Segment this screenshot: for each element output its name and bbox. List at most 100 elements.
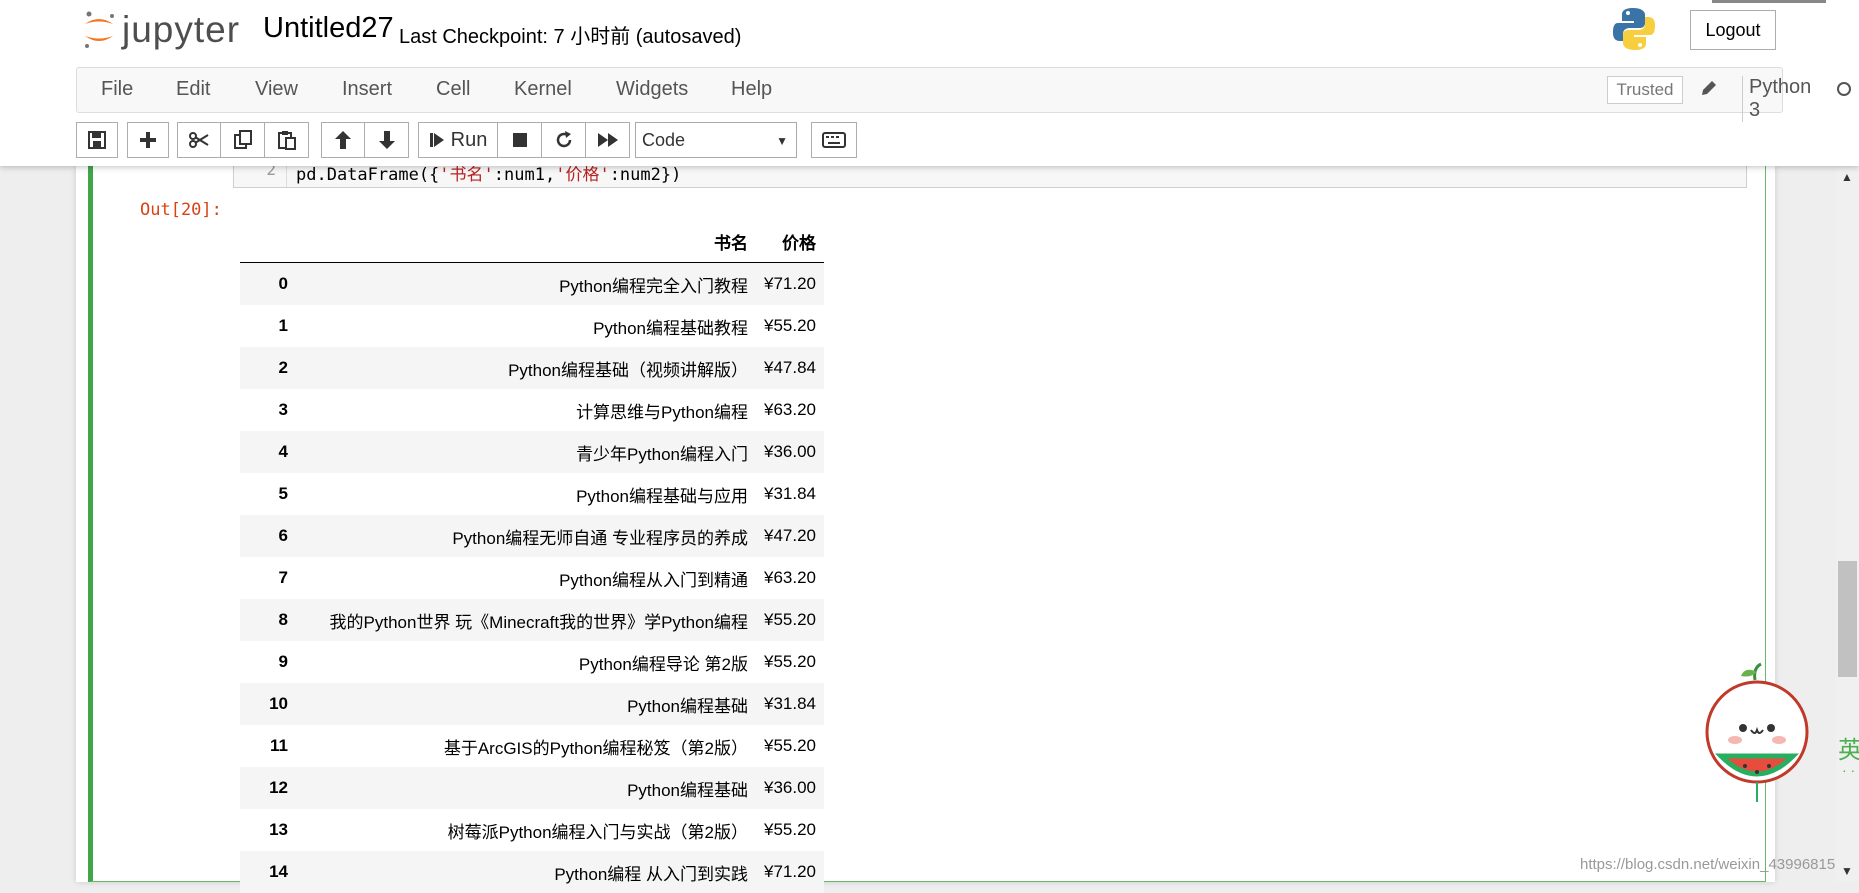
copy-icon <box>233 130 253 150</box>
price-cell: ¥55.20 <box>756 641 824 683</box>
trusted-indicator[interactable]: Trusted <box>1607 76 1683 104</box>
side-widget-text[interactable]: 英 <box>1838 730 1859 765</box>
price-cell: ¥55.20 <box>756 305 824 347</box>
code-suffix: :num2}) <box>610 166 682 185</box>
table-body: 0Python编程完全入门教程¥71.201Python编程基础教程¥55.20… <box>240 263 824 893</box>
price-cell: ¥47.84 <box>756 347 824 389</box>
watermelon-mascot-icon[interactable] <box>1695 660 1815 815</box>
save-button[interactable] <box>76 122 118 158</box>
kernel-idle-icon <box>1837 82 1851 96</box>
book-name-cell: 我的Python世界 玩《Minecraft我的世界》学Python编程 <box>300 599 756 641</box>
price-cell: ¥47.20 <box>756 515 824 557</box>
book-name-cell: Python编程基础 <box>300 683 756 725</box>
book-name-cell: 青少年Python编程入门 <box>300 431 756 473</box>
dataframe-table: 书名 价格 0Python编程完全入门教程¥71.201Python编程基础教程… <box>240 220 824 893</box>
book-name-cell: 计算思维与Python编程 <box>300 389 756 431</box>
code-line[interactable]: pd.DataFrame({'书名':num1,'价格':num2}) <box>296 166 681 185</box>
refresh-icon <box>554 130 574 150</box>
book-name-cell: Python编程基础（视频讲解版） <box>300 347 756 389</box>
book-name-cell: Python编程基础教程 <box>300 305 756 347</box>
table-header-row: 书名 价格 <box>240 220 824 263</box>
line-number: 2 <box>266 166 276 179</box>
move-up-button[interactable] <box>321 122 365 158</box>
tab-edge <box>1712 0 1826 3</box>
table-row: 14Python编程 从入门到实践¥71.20 <box>240 851 824 893</box>
table-row: 2Python编程基础（视频讲解版）¥47.84 <box>240 347 824 389</box>
price-cell: ¥71.20 <box>756 851 824 893</box>
python-logo-icon <box>1612 6 1656 57</box>
code-editor[interactable]: 2 pd.DataFrame({'书名':num1,'价格':num2}) <box>233 166 1747 188</box>
chevron-down-icon: ▼ <box>776 134 788 148</box>
table-row: 0Python编程完全入门教程¥71.20 <box>240 263 824 306</box>
menu-kernel[interactable]: Kernel <box>514 78 572 101</box>
menu-edit[interactable]: Edit <box>176 78 210 101</box>
code-cell[interactable]: 2 pd.DataFrame({'书名':num1,'价格':num2}) Ou… <box>88 166 1766 882</box>
row-index: 3 <box>240 389 300 431</box>
notebook-header: jupyter Untitled27 Last Checkpoint: 7 小时… <box>0 0 1859 166</box>
pencil-icon[interactable] <box>1699 78 1719 103</box>
fast-forward-icon <box>597 132 619 148</box>
row-index: 13 <box>240 809 300 851</box>
book-name-cell: 基于ArcGIS的Python编程秘笈（第2版） <box>300 725 756 767</box>
watermark-text: https://blog.csdn.net/weixin_43996815 <box>1580 856 1835 873</box>
cell-type-select[interactable]: Code ▼ <box>635 122 797 158</box>
insert-cell-button[interactable] <box>127 122 169 158</box>
notebook-title[interactable]: Untitled27 <box>263 12 394 45</box>
command-palette-button[interactable] <box>811 122 857 158</box>
column-header: 书名 <box>300 220 756 263</box>
restart-button[interactable] <box>542 122 586 158</box>
logout-button[interactable]: Logout <box>1690 10 1776 50</box>
row-index: 11 <box>240 725 300 767</box>
scroll-thumb[interactable] <box>1838 561 1857 677</box>
menu-cell[interactable]: Cell <box>436 78 470 101</box>
row-index: 6 <box>240 515 300 557</box>
row-index: 1 <box>240 305 300 347</box>
paste-button[interactable] <box>265 122 309 158</box>
book-name-cell: 树莓派Python编程入门与实战（第2版） <box>300 809 756 851</box>
row-index: 9 <box>240 641 300 683</box>
table-row: 1Python编程基础教程¥55.20 <box>240 305 824 347</box>
scroll-down-arrow-icon[interactable]: ▼ <box>1841 864 1853 878</box>
table-row: 13树莓派Python编程入门与实战（第2版）¥55.20 <box>240 809 824 851</box>
price-cell: ¥36.00 <box>756 431 824 473</box>
book-name-cell: Python编程基础与应用 <box>300 473 756 515</box>
cut-button[interactable] <box>177 122 221 158</box>
book-name-cell: Python编程无师自通 专业程序员的养成 <box>300 515 756 557</box>
stop-icon <box>512 132 528 148</box>
book-name-cell: Python编程从入门到精通 <box>300 557 756 599</box>
price-cell: ¥36.00 <box>756 767 824 809</box>
book-name-cell: Python编程导论 第2版 <box>300 641 756 683</box>
copy-button[interactable] <box>221 122 265 158</box>
menu-help[interactable]: Help <box>731 78 772 101</box>
jupyter-wordmark: jupyter <box>122 9 240 51</box>
book-name-cell: Python编程基础 <box>300 767 756 809</box>
scroll-up-arrow-icon[interactable]: ▲ <box>1841 170 1853 184</box>
line-gutter: 2 <box>234 166 287 188</box>
arrow-up-icon <box>334 130 352 150</box>
code-string: '书名' <box>439 166 493 185</box>
book-name-cell: Python编程完全入门教程 <box>300 263 756 306</box>
interrupt-button[interactable] <box>498 122 542 158</box>
column-header: 价格 <box>756 220 824 263</box>
arrow-down-icon <box>378 130 396 150</box>
run-button[interactable]: Run <box>418 122 498 158</box>
price-cell: ¥55.20 <box>756 599 824 641</box>
table-row: 3计算思维与Python编程¥63.20 <box>240 389 824 431</box>
menu-view[interactable]: View <box>255 78 298 101</box>
code-string: '价格' <box>555 166 609 185</box>
price-cell: ¥63.20 <box>756 557 824 599</box>
move-down-button[interactable] <box>365 122 409 158</box>
row-index: 0 <box>240 263 300 306</box>
restart-run-all-button[interactable] <box>586 122 630 158</box>
table-row: 6Python编程无师自通 专业程序员的养成¥47.20 <box>240 515 824 557</box>
jupyter-logo[interactable]: jupyter <box>82 8 240 52</box>
step-forward-icon <box>429 132 445 148</box>
menu-widgets[interactable]: Widgets <box>616 78 688 101</box>
row-index: 8 <box>240 599 300 641</box>
kernel-name[interactable]: Python 3 <box>1742 76 1811 122</box>
book-name-cell: Python编程 从入门到实践 <box>300 851 756 893</box>
menu-insert[interactable]: Insert <box>342 78 392 101</box>
menu-file[interactable]: File <box>101 78 133 101</box>
index-header <box>240 220 300 263</box>
notebook-container: 2 pd.DataFrame({'书名':num1,'价格':num2}) Ou… <box>76 166 1775 882</box>
